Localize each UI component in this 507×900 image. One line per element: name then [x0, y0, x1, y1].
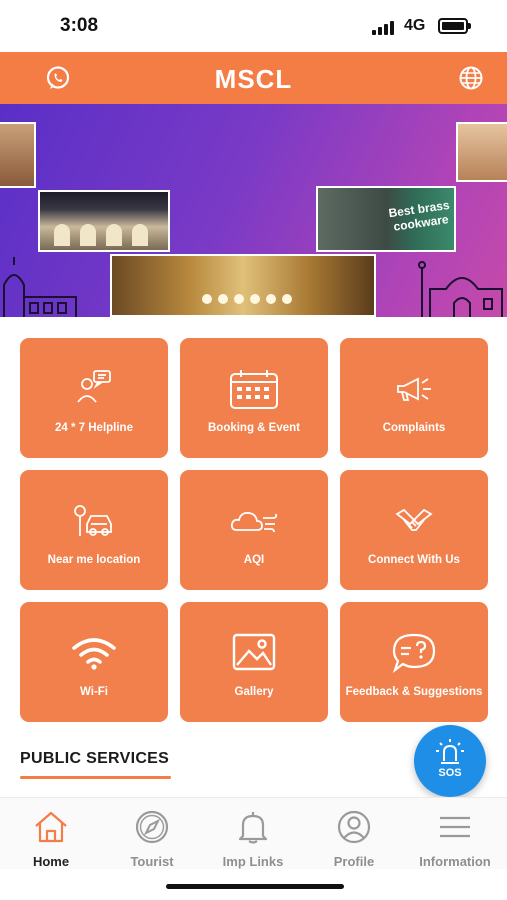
banner-photo-caption: Best brass cookware	[387, 197, 451, 234]
tile-helpline[interactable]: 24 * 7 Helpline	[20, 338, 168, 458]
sos-label: SOS	[438, 767, 462, 779]
tile-label: Gallery	[234, 686, 274, 698]
nav-label: Imp Links	[222, 854, 284, 869]
cloud-wind-icon	[230, 511, 278, 533]
banner-photo-1	[0, 122, 36, 188]
monument-right-illustration	[418, 261, 503, 317]
feedback-icon	[392, 633, 436, 673]
nav-information[interactable]: Information	[405, 808, 505, 869]
status-bar: 3:08 4G	[0, 0, 507, 52]
banner-photo-5	[456, 122, 507, 182]
hero-banner[interactable]: Best brass cookware	[0, 104, 507, 317]
nav-home[interactable]: Home	[1, 808, 101, 869]
tile-wifi[interactable]: Wi-Fi	[20, 602, 168, 722]
siren-icon	[436, 739, 464, 764]
signal-icon	[372, 21, 398, 35]
nav-tourist[interactable]: Tourist	[102, 808, 202, 869]
bottom-nav: Home Tourist Imp Links Profile Informati…	[0, 797, 507, 869]
monument-left-illustration	[3, 257, 77, 317]
tile-complaints[interactable]: Complaints	[340, 338, 488, 458]
tile-aqi[interactable]: AQI	[180, 470, 328, 590]
location-car-icon	[74, 505, 112, 536]
wifi-icon	[72, 638, 116, 670]
tile-label: Near me location	[47, 554, 141, 566]
nav-imp-links[interactable]: Imp Links	[203, 808, 303, 869]
tile-label: AQI	[243, 554, 265, 566]
profile-icon	[337, 810, 371, 844]
helpline-icon	[77, 370, 111, 403]
tile-gallery[interactable]: Gallery	[180, 602, 328, 722]
section-title: PUBLIC SERVICES	[20, 750, 170, 767]
tile-label: Feedback & Suggestions	[345, 686, 483, 698]
tile-feedback[interactable]: Feedback & Suggestions	[340, 602, 488, 722]
tile-label: Booking & Event	[207, 422, 300, 434]
tile-near-me[interactable]: Near me location	[20, 470, 168, 590]
section-underline	[20, 776, 171, 779]
battery-icon	[438, 18, 471, 34]
tile-label: Complaints	[382, 422, 446, 434]
banner-photo-3	[110, 254, 376, 317]
status-time: 3:08	[60, 15, 99, 36]
tile-label: Wi-Fi	[80, 686, 108, 698]
network-type: 4G	[404, 17, 426, 34]
nav-profile[interactable]: Profile	[304, 808, 404, 869]
menu-icon	[440, 816, 470, 838]
app-title: MSCL	[214, 64, 293, 94]
home-indicator	[166, 884, 344, 889]
megaphone-icon	[397, 377, 431, 401]
nav-label: Home	[32, 854, 70, 869]
home-icon	[35, 811, 67, 843]
nav-label: Tourist	[130, 854, 174, 869]
tile-connect[interactable]: Connect With Us	[340, 470, 488, 590]
nav-label: Information	[419, 854, 491, 869]
sos-button[interactable]: SOS	[414, 725, 486, 797]
tile-label: 24 * 7 Helpline	[55, 422, 133, 434]
calendar-icon	[230, 370, 278, 409]
bell-icon	[238, 812, 268, 844]
tile-booking-event[interactable]: Booking & Event	[180, 338, 328, 458]
banner-photo-2	[38, 190, 170, 252]
nav-label: Profile	[333, 854, 375, 869]
globe-icon[interactable]	[458, 65, 484, 91]
compass-icon	[135, 810, 169, 844]
app-header: MSCL	[0, 52, 507, 104]
banner-photo-4: Best brass cookware	[316, 186, 456, 252]
tile-label: Connect With Us	[368, 554, 460, 566]
image-icon	[232, 633, 276, 671]
handshake-icon	[395, 508, 433, 531]
